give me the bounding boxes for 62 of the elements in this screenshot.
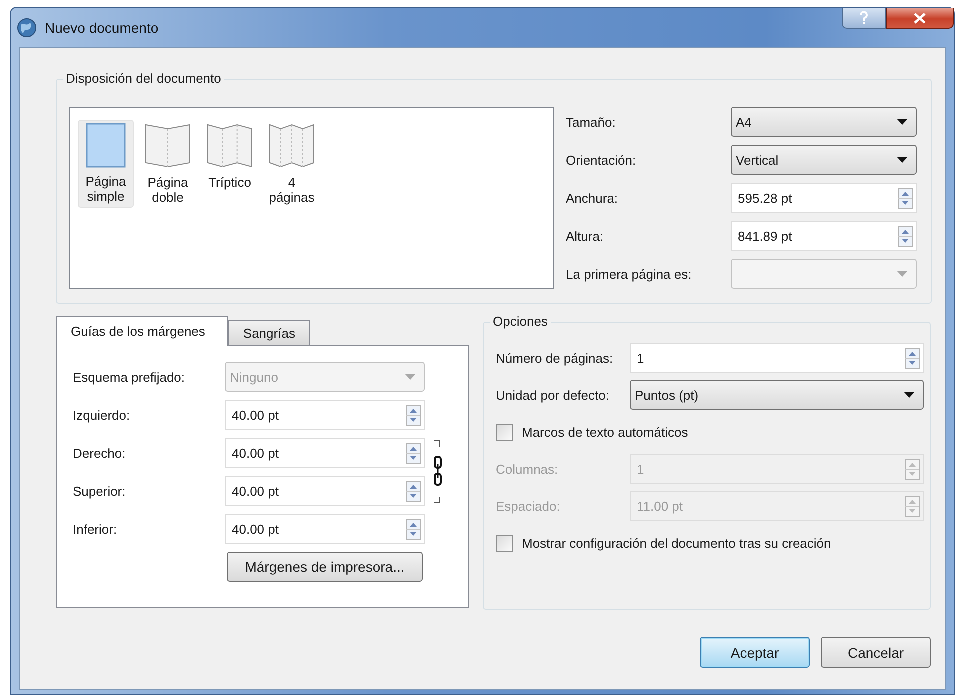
folded-page-icon [145,123,191,169]
single-page-icon [86,123,126,168]
tab[interactable]: Sangrías [228,320,310,345]
spin-buttons-icon[interactable] [406,480,421,502]
dialog-button[interactable]: Cancelar [821,637,931,668]
window-title: Nuevo documento [45,20,160,36]
field-label: Altura: [566,228,605,246]
spin-field[interactable]: 40.00 pt [225,514,425,544]
field-label: Izquierdo: [73,406,132,425]
close-icon [914,12,926,24]
dropdown-arrow-icon [904,392,915,398]
help-button[interactable] [842,8,886,29]
chain-link-icon[interactable] [432,440,444,504]
close-button[interactable] [886,8,954,29]
field-label: Derecho: [73,444,127,462]
spin-buttons-icon[interactable] [898,188,913,208]
spin-field[interactable]: 40.00 pt [225,400,425,430]
checkbox-label: Mostrar configuración del documento tras su creación [522,534,832,553]
folded-page-icon [207,123,253,169]
globe-app-icon [17,18,37,38]
spin-buttons-icon[interactable] [406,518,421,540]
spin-field[interactable]: 40.00 pt [225,438,425,468]
field-label: Espaciado: [496,498,562,516]
page-type-item[interactable]: Página simple [78,120,134,208]
field-label: Superior: [73,482,127,501]
page-type-item[interactable]: Tríptico [202,120,258,194]
spin-field[interactable]: 595.28 pt [731,183,917,213]
spin-buttons-icon[interactable] [406,404,421,426]
folded-page-icon [269,123,315,169]
dropdown[interactable]: A4 [731,107,917,137]
dialog-button[interactable]: Aceptar [700,637,810,668]
spin-field[interactable]: 40.00 pt [225,476,425,506]
field-label: Columnas: [496,460,560,478]
spin-field[interactable]: 841.89 pt [731,221,917,251]
printer-margins-button[interactable]: Márgenes de impresora... [227,552,423,582]
tab[interactable]: Guías de los márgenes [56,316,228,346]
checkbox-label: Marcos de texto automáticos [522,424,688,442]
field-label: La primera página es: [566,266,693,284]
help-icon [859,11,869,25]
spin-buttons-icon[interactable] [898,226,913,246]
checkbox[interactable] [496,424,513,440]
field-label: Inferior: [73,520,118,538]
dropdown-arrow-icon [897,119,908,125]
page-type-item[interactable]: 4 páginas [264,120,320,209]
field-label: Anchura: [566,190,620,208]
checkbox[interactable] [496,534,513,552]
group-title: Opciones [490,314,551,329]
dropdown-arrow-icon [897,157,908,163]
page-type-item[interactable]: Página doble [140,120,196,209]
group-title: Disposición del documento [63,71,224,86]
field-label: Unidad por defecto: [496,386,610,405]
dropdown-arrow-icon [897,271,908,277]
field-label: Orientación: [566,152,638,170]
spin-buttons-icon[interactable] [406,442,421,464]
spin-buttons-icon[interactable] [905,348,920,368]
dropdown-arrow-icon [405,374,416,380]
field-label: Tamaño: [566,114,617,132]
field-label: Esquema prefijado: [73,368,186,387]
spin-field[interactable]: 1 [630,343,924,373]
dropdown[interactable]: Vertical [731,145,917,175]
field-label: Número de páginas: [496,350,614,368]
dropdown[interactable]: Puntos (pt) [630,380,924,410]
